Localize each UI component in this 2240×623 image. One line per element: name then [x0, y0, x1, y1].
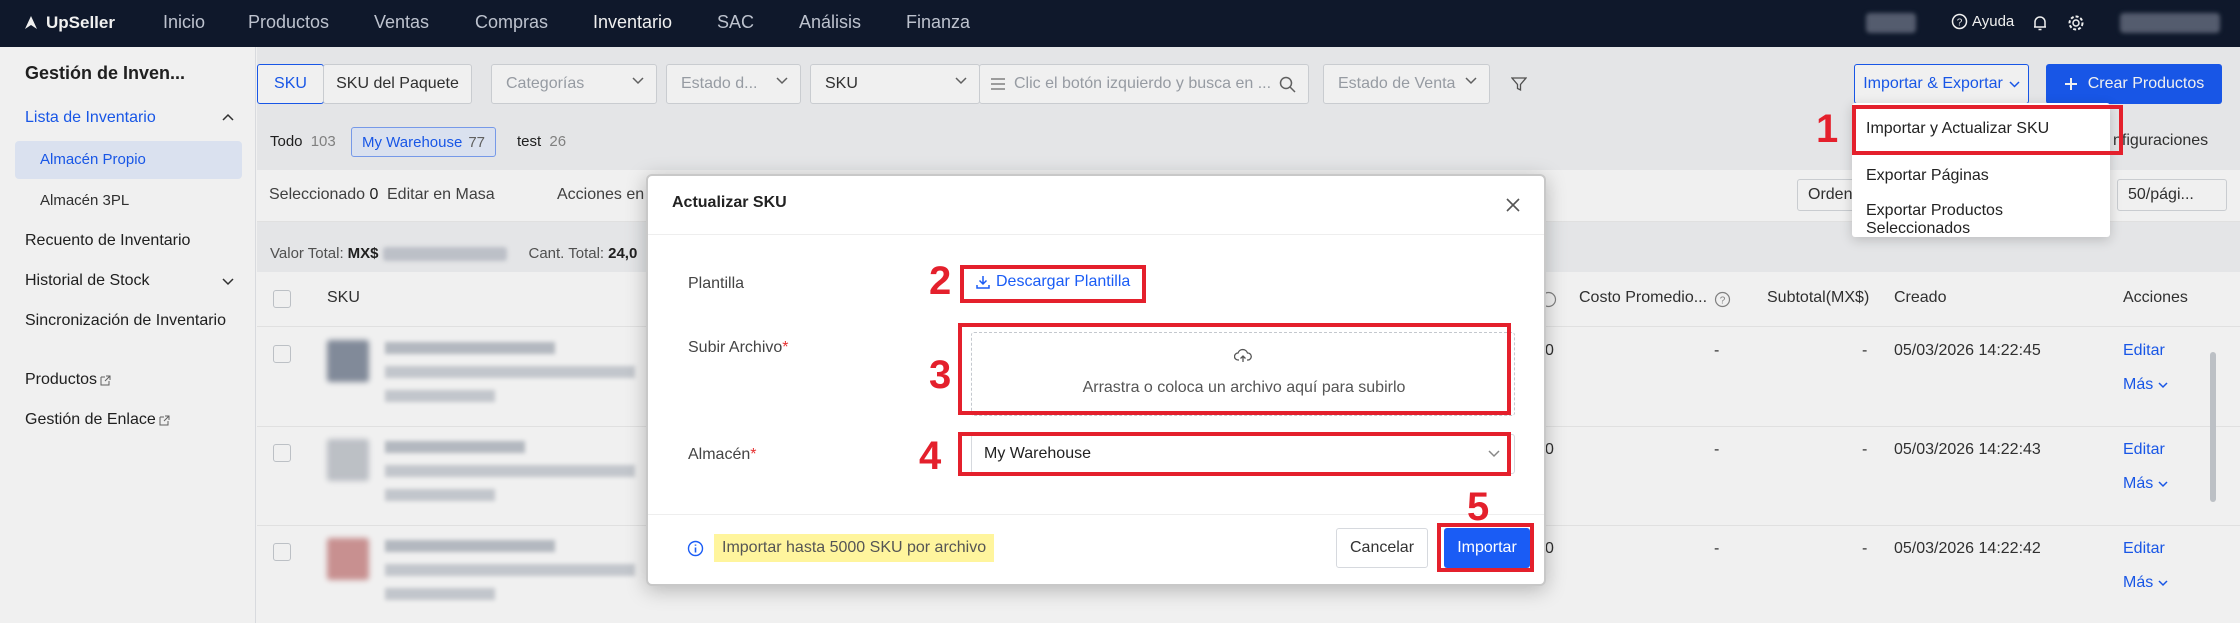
menu-item-export-pages[interactable]: Exportar Páginas — [1866, 167, 1989, 185]
import-limit-note: Importar hasta 5000 SKU por archivo — [714, 534, 995, 562]
warehouse-label: Almacén* — [688, 446, 757, 463]
divider — [648, 234, 1544, 235]
upload-label: Subir Archivo* — [688, 339, 789, 356]
divider — [648, 514, 1544, 515]
highlight-box-1 — [1852, 105, 2123, 155]
warehouse-label-text: Almacén — [688, 446, 751, 463]
highlight-box-4 — [958, 432, 1511, 476]
dialog-title: Actualizar SKU — [672, 194, 787, 211]
cancel-button[interactable]: Cancelar — [1336, 528, 1428, 568]
step-number-4: 4 — [919, 434, 942, 478]
info-icon — [687, 540, 704, 557]
upload-label-text: Subir Archivo — [688, 339, 783, 356]
menu-item-export-selected[interactable]: Exportar Productos Seleccionados — [1866, 202, 2110, 238]
highlight-box-5 — [1437, 523, 1534, 572]
step-number-5: 5 — [1467, 485, 1490, 529]
template-label: Plantilla — [688, 275, 745, 292]
step-number-2: 2 — [929, 259, 952, 303]
step-number-3: 3 — [929, 353, 952, 397]
highlight-box-3 — [958, 323, 1511, 415]
close-icon[interactable] — [1506, 198, 1520, 212]
highlight-box-2 — [960, 265, 1146, 303]
step-number-1: 1 — [1816, 107, 1839, 151]
